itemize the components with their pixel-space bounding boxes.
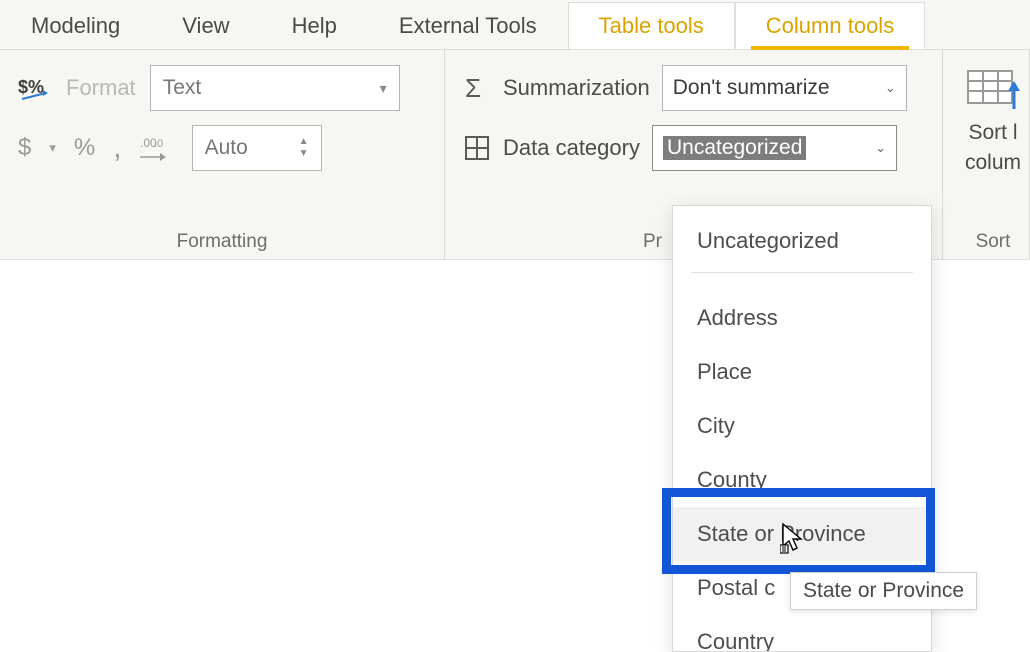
option-address[interactable]: Address <box>673 291 931 345</box>
option-county[interactable]: County <box>673 453 931 507</box>
svg-text:Σ: Σ <box>465 73 481 103</box>
data-category-value: Uncategorized <box>663 136 806 160</box>
thousands-icon[interactable]: , <box>113 131 121 165</box>
format-label: Format <box>66 75 136 101</box>
data-category-label: Data category <box>503 135 640 161</box>
percent-icon[interactable]: % <box>74 134 95 162</box>
option-uncategorized[interactable]: Uncategorized <box>673 214 931 268</box>
chevron-down-icon: ⌄ <box>875 140 886 156</box>
sigma-icon: Σ <box>463 73 491 103</box>
tab-external-tools[interactable]: External Tools <box>368 2 568 49</box>
svg-text:.0: .0 <box>154 138 163 150</box>
chevron-down-icon[interactable]: ▾ <box>49 140 56 156</box>
format-dropdown[interactable]: Text ▾ <box>150 65 400 111</box>
tab-modeling[interactable]: Modeling <box>0 2 151 49</box>
group-label-sort: Sort <box>957 225 1029 253</box>
tab-column-tools[interactable]: Column tools <box>735 2 925 49</box>
decimal-icon[interactable]: .00 .0 <box>140 135 174 161</box>
chevron-down-icon: ▾ <box>380 80 387 97</box>
ribbon-tabstrip: Modeling View Help External Tools Table … <box>0 0 1030 50</box>
tooltip: State or Province <box>790 572 977 610</box>
spinner-icon: ▲▼ <box>299 137 309 159</box>
currency-icon[interactable]: $ <box>18 134 31 162</box>
tab-help[interactable]: Help <box>261 2 368 49</box>
summarization-value: Don't summarize <box>673 76 830 100</box>
summarization-dropdown[interactable]: Don't summarize ⌄ <box>662 65 907 111</box>
tab-view[interactable]: View <box>151 2 260 49</box>
decimals-value: Auto <box>205 136 248 160</box>
sort-by-column-button[interactable]: Sort l colum <box>957 65 1029 179</box>
group-formatting: $% Format Text ▾ $ ▾ % , .00 <box>0 50 445 259</box>
option-country[interactable]: Country <box>673 615 931 652</box>
option-state-or-province[interactable]: State or Province <box>673 507 931 561</box>
summarization-label: Summarization <box>503 75 650 101</box>
category-icon <box>463 134 491 162</box>
option-city[interactable]: City <box>673 399 931 453</box>
decimals-input[interactable]: Auto ▲▼ <box>192 125 322 171</box>
format-value: Text <box>163 76 202 100</box>
group-sort: Sort l colum Sort <box>943 50 1030 259</box>
data-category-dropdown[interactable]: Uncategorized ⌄ <box>652 125 897 171</box>
option-place[interactable]: Place <box>673 345 931 399</box>
chevron-down-icon: ⌄ <box>885 80 896 96</box>
format-icon: $% <box>18 73 52 103</box>
sort-label-line2: colum <box>965 151 1021 175</box>
sort-label-line1: Sort l <box>968 121 1017 145</box>
table-sort-icon <box>966 69 1020 115</box>
divider <box>691 272 913 273</box>
group-label-formatting: Formatting <box>18 225 426 253</box>
tab-table-tools[interactable]: Table tools <box>568 2 735 49</box>
